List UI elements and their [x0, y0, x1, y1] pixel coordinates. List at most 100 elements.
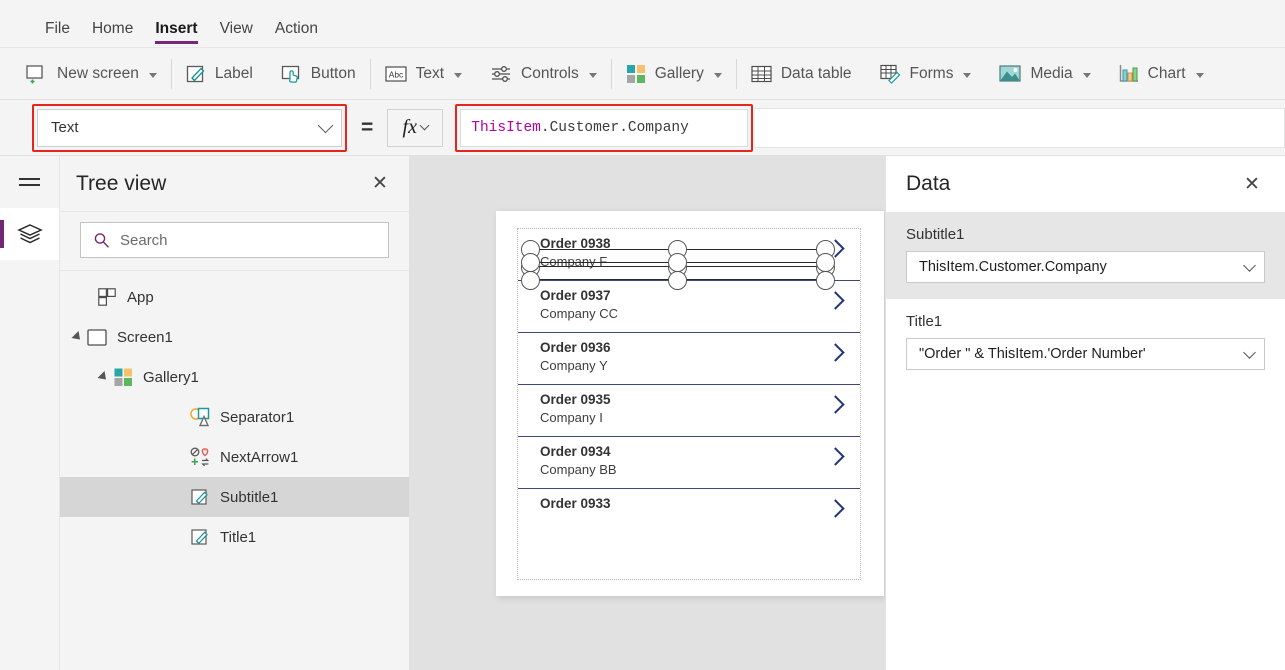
ribbon-chart-button[interactable]: Chart — [1105, 48, 1218, 100]
ribbon-controls-button[interactable]: Controls — [476, 48, 611, 100]
label-icon — [189, 488, 211, 507]
app-screen-preview[interactable]: Order 0938 Company F — [496, 211, 884, 596]
label-icon — [186, 64, 206, 84]
tree-node-label: Screen1 — [117, 329, 173, 346]
ribbon-button-button[interactable]: Button — [267, 48, 370, 100]
menu-item-home[interactable]: Home — [81, 21, 144, 48]
gallery-item[interactable]: Order 0938 Company F — [518, 229, 860, 281]
ribbon-label-button[interactable]: Label — [172, 48, 267, 100]
data-panel-title: Data — [906, 172, 1239, 196]
selection-handle[interactable] — [816, 253, 835, 272]
menu-bar: File Home Insert View Action — [0, 0, 1285, 48]
menu-item-insert[interactable]: Insert — [144, 21, 208, 48]
tree-view-rail-button[interactable] — [0, 208, 59, 260]
gallery-item[interactable]: Order 0933 — [518, 489, 860, 541]
ribbon-gallery-button[interactable]: Gallery — [612, 48, 736, 100]
ribbon-label: Data table — [781, 65, 852, 83]
search-icon — [93, 232, 110, 249]
data-field-title1-dropdown[interactable]: "Order " & ThisItem.'Order Number' — [906, 338, 1265, 370]
left-icon-rail — [0, 156, 60, 670]
shapes-icon — [189, 407, 211, 427]
tree-node-title1[interactable]: Title1 — [60, 517, 409, 557]
chevron-down-icon[interactable] — [454, 73, 462, 78]
menu-item-label: Home — [92, 20, 133, 37]
hamburger-menu-button[interactable] — [0, 156, 59, 208]
fx-dropdown-button[interactable]: fx — [387, 109, 443, 147]
gallery-control[interactable]: Order 0938 Company F — [517, 228, 861, 580]
close-icon[interactable]: ✕ — [1239, 171, 1265, 197]
gallery-item[interactable]: Order 0934 Company BB — [518, 437, 860, 489]
tree-node-label: Subtitle1 — [220, 489, 278, 506]
data-table-icon — [751, 65, 772, 83]
tree-search-wrap: Search — [60, 212, 409, 271]
menu-item-label: File — [45, 20, 70, 37]
selection-handle[interactable] — [668, 253, 687, 272]
search-input[interactable]: Search — [80, 222, 389, 258]
gallery-item[interactable]: Order 0935 Company I — [518, 385, 860, 437]
gallery-item-subtitle: Company BB — [540, 461, 860, 479]
ribbon-data-table-button[interactable]: Data table — [737, 48, 866, 100]
gallery-item-title: Order 0936 — [540, 339, 860, 357]
data-panel-header: Data ✕ — [886, 156, 1285, 212]
chevron-down-icon[interactable] — [714, 73, 722, 78]
gallery-item-subtitle: Company Y — [540, 357, 860, 375]
gallery-grid-icon — [626, 64, 646, 84]
chevron-down-icon[interactable] — [149, 73, 157, 78]
tree-node-nextarrow1[interactable]: NextArrow1 — [60, 437, 409, 477]
text-abc-icon: Abc — [385, 66, 407, 82]
formula-input[interactable]: ThisItem.Customer.Company — [460, 109, 748, 147]
ribbon-new-screen-button[interactable]: New screen — [12, 48, 171, 100]
tree-node-screen1[interactable]: Screen1 — [60, 317, 409, 357]
menu-item-view[interactable]: View — [209, 21, 264, 48]
tree-node-app[interactable]: App — [60, 277, 409, 317]
hamburger-menu-icon — [19, 174, 40, 189]
app-icon — [96, 288, 118, 306]
gallery-item-title: Order 0935 — [540, 391, 860, 409]
selection-handle[interactable] — [521, 253, 540, 272]
app-canvas[interactable]: Order 0938 Company F — [410, 156, 885, 670]
gallery-item-subtitle: Company I — [540, 409, 860, 427]
menu-item-label: Insert — [155, 20, 197, 37]
tree-node-subtitle1[interactable]: Subtitle1 — [60, 477, 409, 517]
tree-view-header: Tree view ✕ — [60, 156, 409, 212]
chevron-expanded-icon[interactable] — [71, 331, 83, 343]
data-panel: Data ✕ Subtitle1 ThisItem.Customer.Compa… — [885, 156, 1285, 670]
gallery-item[interactable]: Order 0936 Company Y — [518, 333, 860, 385]
screen-icon — [86, 329, 108, 346]
formula-bar-extension[interactable] — [755, 108, 1285, 148]
tree-node-gallery1[interactable]: Gallery1 — [60, 357, 409, 397]
ribbon-text-button[interactable]: Abc Text — [371, 48, 476, 100]
property-dropdown[interactable]: Text — [37, 109, 342, 147]
tree-view-panel: Tree view ✕ Search — [60, 156, 410, 670]
fx-label: fx — [403, 116, 417, 139]
svg-text:Abc: Abc — [388, 69, 402, 79]
search-placeholder: Search — [120, 232, 168, 249]
property-selector-highlight: Text — [32, 104, 347, 152]
chevron-down-icon — [420, 121, 430, 131]
chevron-down-icon[interactable] — [589, 73, 597, 78]
tree-node-separator1[interactable]: Separator1 — [60, 397, 409, 437]
chevron-down-icon[interactable] — [1196, 73, 1204, 78]
ribbon-media-button[interactable]: Media — [985, 48, 1104, 100]
ribbon-label: New screen — [57, 65, 139, 83]
data-field-label: Subtitle1 — [906, 226, 1265, 243]
chevron-down-icon[interactable] — [1083, 73, 1091, 78]
menu-item-action[interactable]: Action — [264, 21, 329, 48]
data-group-subtitle1: Subtitle1 ThisItem.Customer.Company — [886, 212, 1285, 299]
tree-view-title: Tree view — [76, 172, 367, 196]
menu-item-file[interactable]: File — [34, 21, 81, 48]
chevron-expanded-icon[interactable] — [97, 371, 109, 383]
ribbon-label: Controls — [521, 65, 579, 83]
media-image-icon — [999, 65, 1021, 82]
chart-bar-icon — [1119, 64, 1139, 83]
gallery-item[interactable]: Order 0937 Company CC — [518, 281, 860, 333]
data-field-value: "Order " & ThisItem.'Order Number' — [919, 346, 1245, 362]
ribbon-label: Chart — [1148, 65, 1186, 83]
data-field-subtitle1-dropdown[interactable]: ThisItem.Customer.Company — [906, 251, 1265, 283]
forms-icon — [880, 64, 901, 84]
close-icon[interactable]: ✕ — [367, 171, 393, 197]
chevron-down-icon[interactable] — [963, 73, 971, 78]
menu-item-label: Action — [275, 20, 318, 37]
ribbon-forms-button[interactable]: Forms — [866, 48, 986, 100]
property-dropdown-value: Text — [51, 119, 320, 136]
